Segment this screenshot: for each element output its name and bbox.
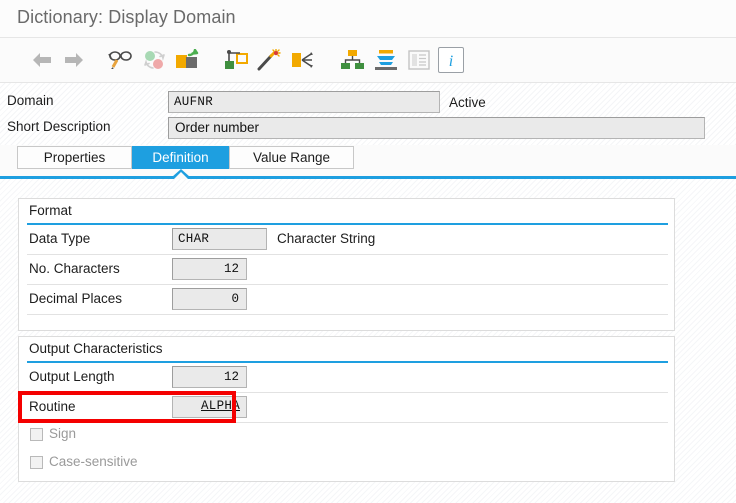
format-group-header: Format — [19, 199, 674, 225]
list-icon[interactable] — [403, 44, 435, 76]
routine-row: Routine ALPHA — [19, 393, 674, 422]
case-sensitive-checkbox[interactable] — [30, 456, 43, 469]
hierarchy-icon[interactable] — [337, 44, 369, 76]
layers-icon[interactable] — [370, 44, 402, 76]
output-group-header: Output Characteristics — [19, 337, 674, 363]
routine-link[interactable]: ALPHA — [172, 396, 247, 418]
where-used-icon[interactable] — [221, 44, 253, 76]
row-separator — [27, 422, 668, 423]
data-type-description: Character String — [277, 231, 376, 246]
format-panel: Format Data Type CHAR Character String N… — [18, 198, 675, 331]
short-description-row: Short Description Order number — [0, 115, 736, 140]
forward-arrow-icon[interactable] — [58, 44, 90, 76]
no-characters-row: No. Characters 12 — [19, 255, 674, 284]
status-badge: Active — [449, 95, 486, 110]
display-change-icon[interactable] — [105, 44, 137, 76]
case-sensitive-label: Case-sensitive — [49, 454, 138, 469]
decimal-places-label: Decimal Places — [29, 291, 123, 306]
decimal-places-row: Decimal Places 0 — [19, 285, 674, 314]
data-type-label: Data Type — [29, 231, 91, 246]
output-length-row: Output Length 12 — [19, 363, 674, 392]
domain-input[interactable]: AUFNR — [168, 91, 440, 113]
info-icon[interactable]: i — [438, 47, 464, 73]
output-length-input[interactable]: 12 — [172, 366, 247, 388]
header-fields: Domain AUFNR Active Short Description Or… — [0, 83, 736, 145]
tab-strip: Properties Definition Value Range — [0, 146, 736, 174]
sign-label: Sign — [49, 426, 77, 441]
format-title: Format — [29, 203, 72, 218]
svg-text:i: i — [449, 53, 453, 69]
tab-definition[interactable]: Definition — [132, 146, 229, 169]
domain-label: Domain — [7, 93, 54, 108]
activate-icon[interactable] — [172, 44, 204, 76]
sap-dictionary-display-domain-screen: Dictionary: Display Domain i Domain AUFN… — [0, 0, 736, 503]
row-separator — [27, 314, 668, 315]
no-characters-input[interactable]: 12 — [172, 258, 247, 280]
decimal-places-input[interactable]: 0 — [172, 288, 247, 310]
tab-value-range[interactable]: Value Range — [229, 146, 354, 169]
title-bar: Dictionary: Display Domain — [0, 0, 736, 37]
tab-properties[interactable]: Properties — [17, 146, 132, 169]
short-description-input[interactable]: Order number — [168, 117, 705, 139]
expand-icon[interactable] — [287, 44, 319, 76]
toolbar: i — [0, 38, 736, 82]
magic-wand-icon[interactable] — [254, 44, 286, 76]
tab-active-notch-inner — [174, 172, 188, 179]
page-title: Dictionary: Display Domain — [17, 7, 236, 27]
output-characteristics-panel: Output Characteristics Output Length 12 … — [18, 336, 675, 482]
output-title: Output Characteristics — [29, 341, 163, 356]
form-canvas: Format Data Type CHAR Character String N… — [0, 179, 736, 503]
no-characters-label: No. Characters — [29, 261, 120, 276]
data-type-row: Data Type CHAR Character String — [19, 225, 674, 254]
routine-label: Routine — [29, 399, 76, 414]
data-type-input[interactable]: CHAR — [172, 228, 267, 250]
short-description-label: Short Description — [7, 119, 111, 134]
domain-row: Domain AUFNR Active — [0, 89, 736, 114]
back-arrow-icon[interactable] — [26, 44, 58, 76]
sign-checkbox[interactable] — [30, 428, 43, 441]
refresh-icon[interactable] — [139, 44, 171, 76]
output-length-label: Output Length — [29, 369, 115, 384]
